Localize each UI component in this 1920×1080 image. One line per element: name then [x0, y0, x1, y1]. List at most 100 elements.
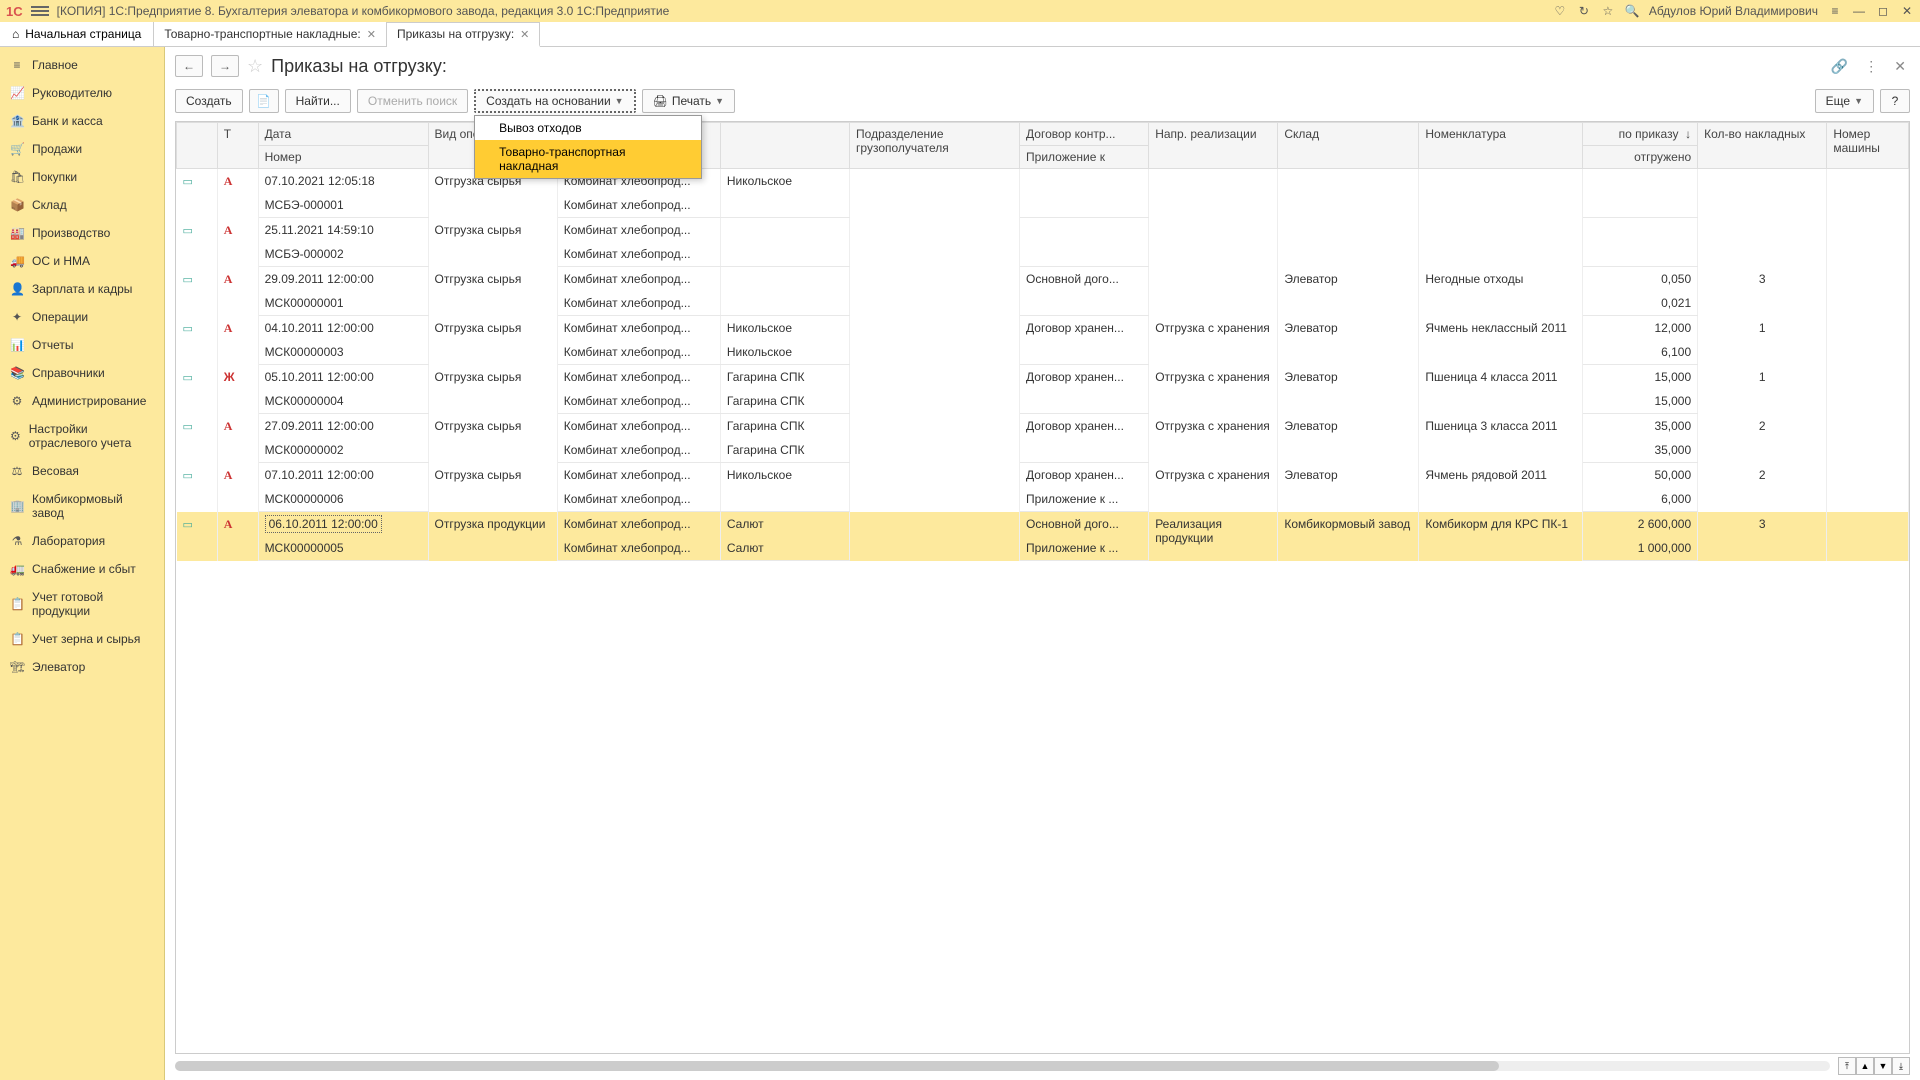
sidebar-item-16[interactable]: ⚗Лаборатория	[0, 527, 164, 555]
mark-icon: А	[224, 272, 233, 286]
sidebar-item-2[interactable]: 🏦 Банк и касса	[0, 107, 164, 135]
sidebar-icon: ⚗	[10, 534, 24, 548]
sidebar-item-14[interactable]: ⚖Весовая	[0, 457, 164, 485]
dropdown-item-0[interactable]: Вывоз отходов	[475, 116, 701, 140]
table-row[interactable]: ▭А25.11.2021 14:59:10Отгрузка сырьяКомби…	[177, 218, 1909, 243]
col-nomen[interactable]: Номенклатура	[1419, 123, 1582, 169]
page-first-button[interactable]: ⤒	[1838, 1057, 1856, 1075]
table-row[interactable]: ▭А29.09.2011 12:00:00Отгрузка сырьяКомби…	[177, 267, 1909, 292]
home-label: Начальная страница	[25, 27, 141, 41]
col-dir[interactable]: Напр. реализации	[1149, 123, 1278, 169]
tab-close-icon[interactable]: ✕	[520, 28, 529, 41]
col-contract[interactable]: Договор контр...	[1020, 123, 1149, 146]
dropdown-item-1[interactable]: Товарно-транспортная накладная	[475, 140, 701, 178]
home-tab[interactable]: ⌂ Начальная страница	[0, 22, 154, 46]
col-waybills[interactable]: Кол-во накладных	[1698, 123, 1827, 169]
tab-1[interactable]: Приказы на отгрузку:✕	[387, 22, 540, 47]
page-close-icon[interactable]: ✕	[1890, 58, 1910, 75]
col-date[interactable]: Дата	[258, 123, 428, 146]
sidebar-item-7[interactable]: 🚚ОС и НМА	[0, 247, 164, 275]
copy-button[interactable]: 📄	[249, 89, 279, 113]
more-button[interactable]: Еще ▼	[1815, 89, 1874, 113]
table-row[interactable]: ▭А04.10.2011 12:00:00Отгрузка сырьяКомби…	[177, 316, 1909, 341]
sidebar-icon: ≡	[10, 58, 24, 72]
maximize-icon[interactable]: ◻	[1876, 4, 1890, 18]
sidebar-item-4[interactable]: 🛍Покупки	[0, 163, 164, 191]
sidebar-item-9[interactable]: ✦Операции	[0, 303, 164, 331]
table-footer: ⤒ ▲ ▼ ⤓	[175, 1058, 1910, 1074]
history-icon[interactable]: ↻	[1577, 4, 1591, 18]
link-icon[interactable]: 🔗	[1827, 58, 1852, 75]
table-row[interactable]: ▭А27.09.2011 12:00:00Отгрузка сырьяКомби…	[177, 414, 1909, 439]
forward-button[interactable]: →	[211, 55, 239, 77]
page-down-button[interactable]: ▼	[1874, 1057, 1892, 1075]
back-button[interactable]: ←	[175, 55, 203, 77]
sidebar-item-20[interactable]: 🏗Элеватор	[0, 653, 164, 681]
col-store[interactable]: Склад	[1278, 123, 1419, 169]
hamburger-icon[interactable]	[31, 6, 49, 16]
data-table[interactable]: Т Дата Вид операции Подразделение грузоп…	[175, 121, 1910, 1054]
chevron-down-icon: ▼	[615, 96, 624, 106]
sidebar-item-0[interactable]: ≡Главное	[0, 51, 164, 79]
toolbar: Создать 📄 Найти... Отменить поиск Создат…	[165, 85, 1920, 121]
col-ordered[interactable]: по приказу ↓	[1582, 123, 1698, 146]
more-icon[interactable]: ⋮	[1860, 58, 1882, 75]
sidebar-item-12[interactable]: ⚙Администрирование	[0, 387, 164, 415]
sidebar-item-8[interactable]: 👤Зарплата и кадры	[0, 275, 164, 303]
sidebar-item-3[interactable]: 🛒Продажи	[0, 135, 164, 163]
create-button[interactable]: Создать	[175, 89, 243, 113]
bell-icon[interactable]: ♡	[1553, 4, 1567, 18]
sidebar-item-13[interactable]: ⚙Настройки отраслевого учета	[0, 415, 164, 457]
sidebar-icon: 📋	[10, 597, 24, 611]
col-number[interactable]: Номер	[258, 146, 428, 169]
close-icon[interactable]: ✕	[1900, 4, 1914, 18]
table-row[interactable]: ▭А06.10.2011 12:00:00Отгрузка продукцииК…	[177, 512, 1909, 537]
minimize-icon[interactable]: —	[1852, 4, 1866, 18]
find-button[interactable]: Найти...	[285, 89, 351, 113]
sidebar-icon: 🚛	[10, 562, 24, 576]
help-button[interactable]: ?	[1880, 89, 1910, 113]
table-row[interactable]: ▭А07.10.2021 12:05:18Отгрузка сырьяКомби…	[177, 169, 1909, 194]
mark-icon: Ж	[224, 370, 235, 384]
page-up-button[interactable]: ▲	[1856, 1057, 1874, 1075]
sidebar-item-5[interactable]: 📦Склад	[0, 191, 164, 219]
sidebar-icon: 🏦	[10, 114, 24, 128]
sidebar-item-6[interactable]: 🏭Производство	[0, 219, 164, 247]
sidebar-item-18[interactable]: 📋 Учет готовой продукции	[0, 583, 164, 625]
star-icon[interactable]: ☆	[1601, 4, 1615, 18]
horizontal-scrollbar[interactable]	[175, 1061, 1830, 1071]
print-icon: 🖨	[653, 94, 668, 108]
settings-icon[interactable]: ≡	[1828, 4, 1842, 18]
col-dept[interactable]: Подразделение грузополучателя	[850, 123, 1020, 169]
col-appendix[interactable]: Приложение к	[1020, 146, 1149, 169]
tab-0[interactable]: Товарно-транспортные накладные:✕	[154, 22, 387, 46]
tab-close-icon[interactable]: ✕	[367, 28, 376, 41]
sidebar-item-1[interactable]: 📈Руководителю	[0, 79, 164, 107]
table-row[interactable]: ▭А07.10.2011 12:00:00Отгрузка сырьяКомби…	[177, 463, 1909, 488]
favorite-icon[interactable]: ☆	[247, 56, 263, 77]
sidebar-label: Зарплата и кадры	[32, 282, 132, 296]
print-label: Печать	[672, 94, 711, 108]
sidebar-item-17[interactable]: 🚛Снабжение и сбыт	[0, 555, 164, 583]
sidebar-item-11[interactable]: 📚Справочники	[0, 359, 164, 387]
cancel-find-button[interactable]: Отменить поиск	[357, 89, 468, 113]
sidebar-item-19[interactable]: 📋Учет зерна и сырья	[0, 625, 164, 653]
sidebar-icon: 🏗	[10, 660, 24, 674]
col-t[interactable]: Т	[217, 123, 258, 169]
username[interactable]: Абдулов Юрий Владимирович	[1649, 4, 1818, 18]
table-row[interactable]: ▭Ж05.10.2011 12:00:00Отгрузка сырьяКомби…	[177, 365, 1909, 390]
sidebar-label: Отчеты	[32, 338, 73, 352]
sidebar-label: Учет готовой продукции	[32, 590, 154, 618]
col-car[interactable]: Номер машины	[1827, 123, 1909, 169]
page-last-button[interactable]: ⤓	[1892, 1057, 1910, 1075]
sidebar-label: Комбикормовый завод	[32, 492, 154, 520]
col-shipped[interactable]: отгружено	[1582, 146, 1698, 169]
app-title: [КОПИЯ] 1С:Предприятие 8. Бухгалтерия эл…	[57, 4, 1553, 18]
create-based-button[interactable]: Создать на основании ▼	[474, 89, 635, 113]
sidebar-item-10[interactable]: 📊 Отчеты	[0, 331, 164, 359]
sidebar-label: Банк и касса	[32, 114, 103, 128]
sidebar-item-15[interactable]: 🏢Комбикормовый завод	[0, 485, 164, 527]
sidebar-icon: 📊	[10, 338, 24, 352]
print-button[interactable]: 🖨 Печать ▼	[642, 89, 735, 113]
search-icon[interactable]: 🔍	[1625, 4, 1639, 18]
